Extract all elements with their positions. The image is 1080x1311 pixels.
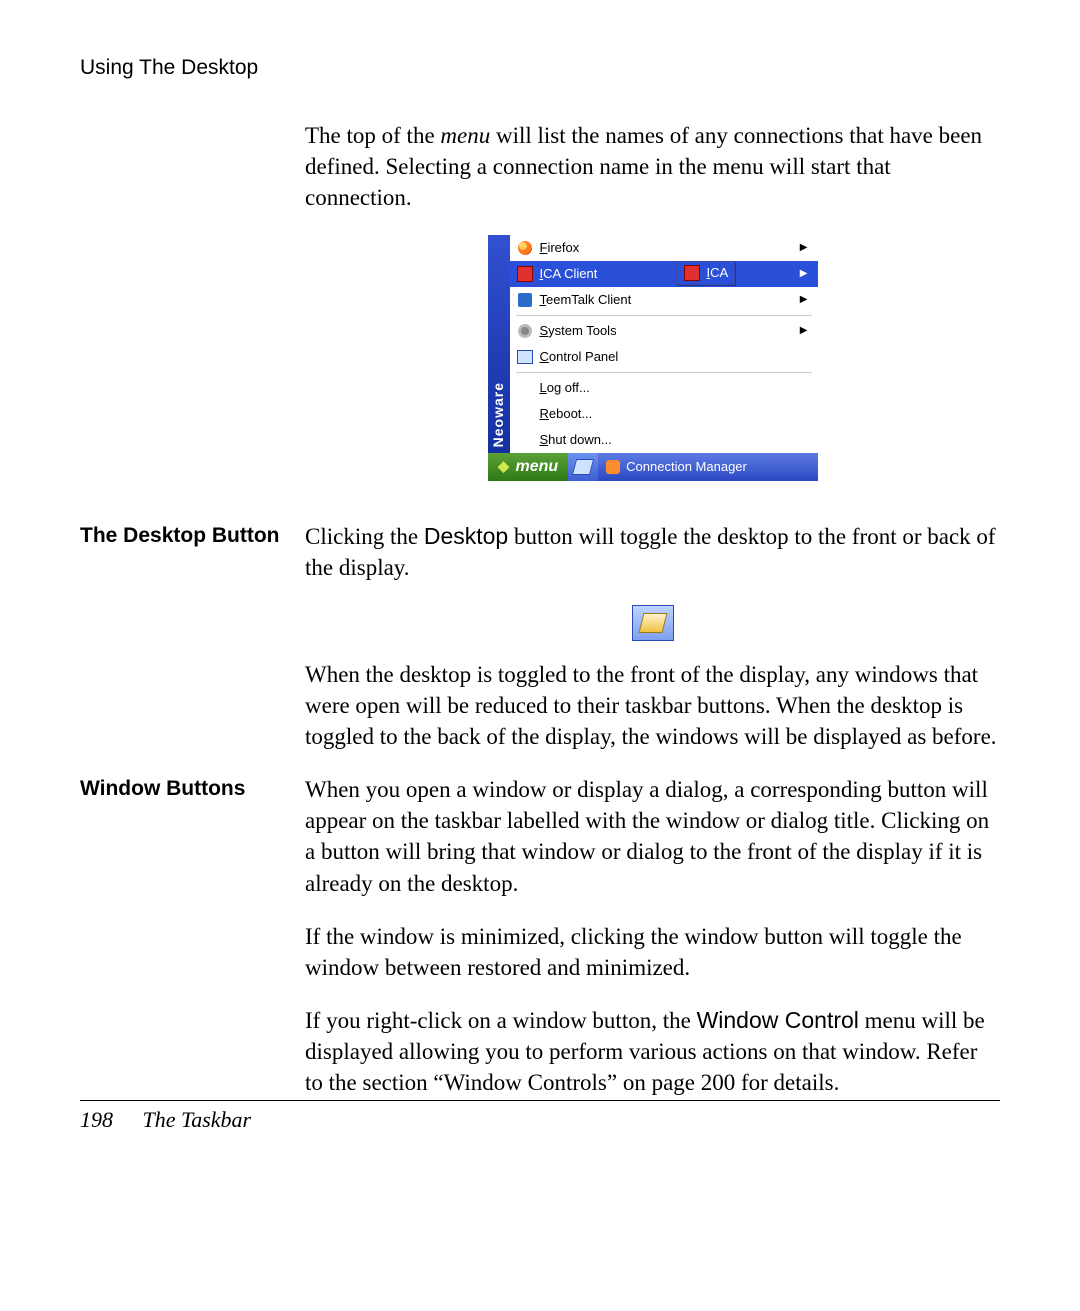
menu-item-label: ICA bbox=[707, 264, 729, 282]
leaf-icon bbox=[498, 461, 510, 473]
menu-item-label: Reboot... bbox=[540, 405, 812, 423]
connection-manager-icon bbox=[606, 460, 620, 474]
section-heading-desktop-button: The Desktop Button bbox=[80, 521, 305, 774]
menu-item-teemtalk[interactable]: TeemTalk Client ▶ bbox=[510, 287, 818, 313]
app-icon bbox=[516, 265, 534, 283]
dbp1-a: Clicking the bbox=[305, 524, 424, 549]
app-icon bbox=[683, 264, 701, 282]
submenu-ica: ICA bbox=[676, 261, 736, 285]
desktop-icon bbox=[638, 613, 667, 633]
menu-item-label: ICA Client bbox=[540, 265, 800, 283]
taskbar-cm-label: Connection Manager bbox=[626, 458, 747, 476]
menu-item-label: System Tools bbox=[540, 322, 800, 340]
taskbar-menu-button[interactable]: menu bbox=[488, 453, 569, 481]
taskbar: menu Connection Manager bbox=[488, 453, 818, 481]
menu-separator bbox=[516, 372, 812, 373]
window-buttons-p3: If you right-click on a window button, t… bbox=[305, 1005, 1000, 1098]
taskbar-menu-label: menu bbox=[516, 456, 559, 478]
menu-separator bbox=[516, 315, 812, 316]
blank-icon bbox=[516, 379, 534, 397]
menu-item-control-panel[interactable]: Control Panel bbox=[510, 344, 818, 370]
desktop-button-p2: When the desktop is toggled to the front… bbox=[305, 659, 1000, 752]
footer-rule bbox=[80, 1100, 1000, 1101]
submenu-item-ica[interactable]: ICA bbox=[677, 262, 735, 284]
menu-item-label: Shut down... bbox=[540, 431, 812, 449]
gear-icon bbox=[516, 322, 534, 340]
start-menu: Firefox ▶ ICA Client ▶ TeemTalk Client ▶ bbox=[510, 235, 818, 453]
menu-item-label: Log off... bbox=[540, 379, 812, 397]
submenu-arrow-icon: ▶ bbox=[800, 324, 812, 338]
term-icon bbox=[516, 291, 534, 309]
footer-section: The Taskbar bbox=[143, 1107, 252, 1132]
dbp1-desktop: Desktop bbox=[424, 523, 508, 549]
desktop-button-figure bbox=[632, 605, 674, 641]
wbp3-wc: Window Control bbox=[697, 1007, 859, 1033]
desktop-button-p1: Clicking the Desktop button will toggle … bbox=[305, 521, 1000, 583]
menu-item-label: Control Panel bbox=[540, 348, 812, 366]
intro-label bbox=[80, 120, 305, 521]
window-buttons-p2: If the window is minimized, clicking the… bbox=[305, 921, 1000, 983]
menu-item-ica-client[interactable]: ICA Client ▶ bbox=[510, 261, 818, 287]
blank-icon bbox=[516, 431, 534, 449]
menu-item-firefox[interactable]: Firefox ▶ bbox=[510, 235, 818, 261]
menu-screenshot: Neoware Firefox ▶ ICA Client ▶ bbox=[488, 235, 818, 481]
blank-icon bbox=[516, 405, 534, 423]
window-buttons-p1: When you open a window or display a dial… bbox=[305, 774, 1000, 898]
menu-item-label: Firefox bbox=[540, 239, 800, 257]
menu-item-log-off[interactable]: Log off... bbox=[510, 375, 818, 401]
firefox-icon bbox=[516, 239, 534, 257]
submenu-arrow-icon: ▶ bbox=[800, 267, 812, 281]
intro-paragraph: The top of the menu will list the names … bbox=[305, 120, 1000, 213]
section-heading-window-buttons: Window Buttons bbox=[80, 774, 305, 1119]
taskbar-desktop-button[interactable] bbox=[568, 453, 598, 481]
control-panel-icon bbox=[516, 348, 534, 366]
intro-menu-word: menu bbox=[440, 123, 490, 148]
taskbar-connection-manager[interactable]: Connection Manager bbox=[598, 453, 817, 481]
wbp3-a: If you right-click on a window button, t… bbox=[305, 1008, 697, 1033]
brand-text: Neoware bbox=[489, 376, 508, 453]
desktop-icon bbox=[572, 459, 594, 475]
menu-item-system-tools[interactable]: System Tools ▶ bbox=[510, 318, 818, 344]
menu-item-shut-down[interactable]: Shut down... bbox=[510, 427, 818, 453]
page-number: 198 bbox=[80, 1107, 113, 1132]
menu-item-label: TeemTalk Client bbox=[540, 291, 800, 309]
brand-strip: Neoware bbox=[488, 235, 510, 453]
intro-text-a: The top of the bbox=[305, 123, 440, 148]
page-header: Using The Desktop bbox=[80, 56, 1000, 80]
submenu-arrow-icon: ▶ bbox=[800, 241, 812, 255]
menu-item-reboot[interactable]: Reboot... bbox=[510, 401, 818, 427]
page-footer: 198 The Taskbar bbox=[80, 1107, 251, 1133]
submenu-arrow-icon: ▶ bbox=[800, 293, 812, 307]
